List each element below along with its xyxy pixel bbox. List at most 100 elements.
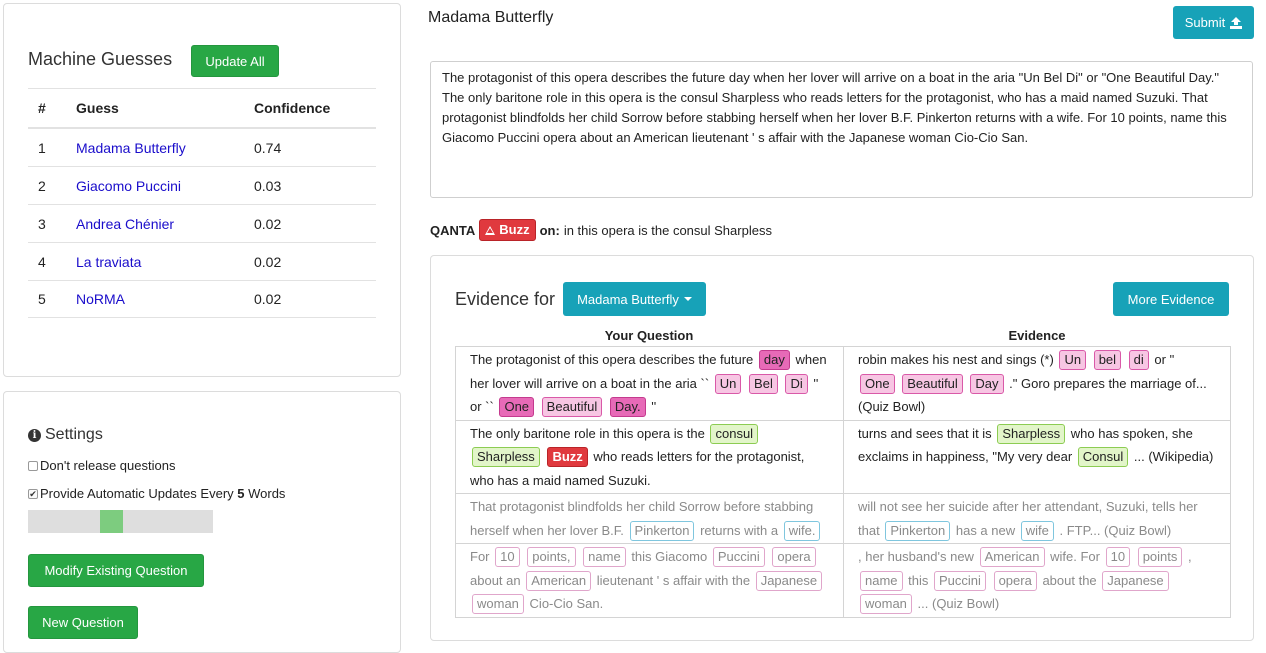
question-text-box[interactable]: The protagonist of this opera describes … xyxy=(430,61,1253,198)
highlighted-token: 10 xyxy=(1105,547,1131,567)
guess-confidence: 0.02 xyxy=(254,253,282,270)
text-segment: ... (Quiz Bowl) xyxy=(917,596,1000,611)
evidence-row: For 10 points, name this Giacomo Puccini… xyxy=(455,544,1231,618)
text-segment: wife. For xyxy=(1050,549,1100,564)
evidence-snippet-cell: , her husband's new American wife. For 1… xyxy=(843,544,1230,617)
highlighted-token: wife. xyxy=(783,520,821,541)
auto-update-suffix: Words xyxy=(244,486,286,501)
highlighted-token: wife xyxy=(1020,520,1054,541)
highlighted-token: Di xyxy=(785,373,808,394)
text-segment: lieutenant ' s affair with the xyxy=(596,572,751,588)
update-interval-handle[interactable] xyxy=(100,510,123,533)
evidence-dropdown[interactable]: Madama Butterfly xyxy=(563,282,706,316)
guess-confidence: 0.03 xyxy=(254,177,282,194)
guess-link[interactable]: Giacomo Puccini xyxy=(76,178,254,194)
highlighted-token: Consul xyxy=(1077,447,1129,467)
text-segment: . FTP... (Quiz Bowl) xyxy=(1059,522,1172,538)
col-num-header: # xyxy=(38,100,46,116)
highlighted-token: Puccini xyxy=(712,547,765,567)
highlighted-token: woman xyxy=(860,594,912,614)
highlighted-token: American xyxy=(979,547,1045,567)
buzz-label: Buzz xyxy=(499,222,530,237)
buzz-agent: QANTA xyxy=(430,222,476,238)
guess-confidence: 0.02 xyxy=(254,291,282,307)
more-evidence-button[interactable]: More Evidence xyxy=(1113,282,1229,316)
highlighted-token: American xyxy=(526,570,592,591)
text-segment: The only baritone role in this opera is … xyxy=(470,425,705,441)
guess-rank: 5 xyxy=(38,291,46,307)
highlighted-token: Un xyxy=(714,373,742,394)
highlighted-token: Japanese xyxy=(1102,570,1169,591)
buzz-on-label: on: xyxy=(539,222,560,238)
guess-link[interactable]: NoRMA xyxy=(76,291,254,307)
guesses-table: # Guess Confidence 1 Madama Butterfly 0.… xyxy=(28,88,376,318)
guess-link[interactable]: La traviata xyxy=(76,254,254,270)
highlighted-token: Bel xyxy=(749,373,778,394)
text-segment: , xyxy=(1188,549,1192,564)
evidence-dropdown-value: Madama Butterfly xyxy=(577,291,679,307)
highlighted-token: Day. xyxy=(609,397,646,417)
text-segment: robin makes his nest and sings (*) xyxy=(858,352,1054,367)
text-segment: returns with a xyxy=(700,522,779,538)
text-segment: has a new xyxy=(955,522,1016,538)
evidence-snippet-cell: will not see her suicide after her atten… xyxy=(843,494,1230,543)
text-segment: or " xyxy=(1154,352,1175,367)
text-segment: ... (Wikipedia) xyxy=(1133,449,1214,464)
evidence-row: That protagonist blindfolds her child So… xyxy=(455,494,1231,544)
highlighted-token: woman xyxy=(472,594,524,614)
text-segment: The protagonist of this opera describes … xyxy=(470,352,754,367)
update-interval-slider[interactable] xyxy=(28,510,213,533)
question-fragment-cell: The protagonist of this opera describes … xyxy=(456,347,843,420)
evidence-snippet-cell: robin makes his nest and sings (*) Un be… xyxy=(843,347,1230,420)
text-segment: turns and sees that it is xyxy=(858,425,992,441)
question-text: The protagonist of this opera describes … xyxy=(442,70,1227,145)
modify-question-button[interactable]: Modify Existing Question xyxy=(28,554,204,587)
guess-confidence: 0.02 xyxy=(254,215,282,232)
text-segment: about the xyxy=(1042,572,1097,588)
evidence-row: The protagonist of this opera describes … xyxy=(455,346,1231,421)
table-row: 2 Giacomo Puccini 0.03 xyxy=(28,166,376,204)
col-confidence-header: Confidence xyxy=(254,100,331,116)
evidence-table-header: Your Question Evidence xyxy=(455,328,1231,346)
submit-button[interactable]: Submit xyxy=(1173,6,1254,39)
text-segment: For xyxy=(470,549,490,564)
highlighted-token: name xyxy=(860,570,903,591)
new-question-button[interactable]: New Question xyxy=(28,606,138,639)
highlighted-token: opera xyxy=(772,547,816,567)
highlighted-token: opera xyxy=(993,570,1037,591)
info-icon: i xyxy=(28,428,41,442)
answer-title: Madama Butterfly xyxy=(428,9,554,26)
settings-title: Settings xyxy=(45,426,103,443)
guess-rank: 4 xyxy=(38,253,46,270)
guesses-table-header: # Guess Confidence xyxy=(28,88,376,128)
auto-update-checkbox[interactable]: ✔ xyxy=(28,488,38,499)
guess-rank: 2 xyxy=(38,177,46,194)
highlighted-token: di xyxy=(1128,350,1149,370)
bell-icon xyxy=(485,225,496,235)
question-fragment-cell: That protagonist blindfolds her child So… xyxy=(456,494,843,543)
text-segment: , her husband's new xyxy=(858,549,974,564)
auto-update-prefix: Provide Automatic Updates Every xyxy=(40,486,238,501)
col-evidence-header: Evidence xyxy=(1008,328,1066,343)
table-row: 3 Andrea Chénier 0.02 xyxy=(28,204,376,242)
buzz-badge: Buzz xyxy=(479,219,536,241)
buzz-marker: Buzz xyxy=(547,447,588,467)
update-all-button[interactable]: Update All xyxy=(191,45,279,77)
auto-update-option[interactable]: ✔ Provide Automatic Updates Every 5 Word… xyxy=(28,486,285,501)
table-row: 1 Madama Butterfly 0.74 xyxy=(28,128,376,166)
guess-link[interactable]: Madama Butterfly xyxy=(76,140,254,156)
dont-release-checkbox[interactable] xyxy=(28,460,38,471)
col-your-question-header: Your Question xyxy=(604,328,694,343)
highlighted-token: consul xyxy=(710,423,759,444)
highlighted-token: Day xyxy=(970,373,1004,394)
highlighted-token: Japanese xyxy=(755,570,823,591)
guess-link[interactable]: Andrea Chénier xyxy=(76,216,254,232)
evidence-label: Evidence for xyxy=(455,289,556,309)
text-segment: '' xyxy=(651,399,657,414)
dont-release-option[interactable]: Don't release questions xyxy=(28,458,175,473)
highlighted-token: One xyxy=(860,373,895,394)
text-segment: this xyxy=(908,572,929,588)
highlighted-token: points, xyxy=(527,547,576,567)
evidence-row: The only baritone role in this opera is … xyxy=(455,420,1231,494)
highlighted-token: Beautiful xyxy=(902,373,963,394)
